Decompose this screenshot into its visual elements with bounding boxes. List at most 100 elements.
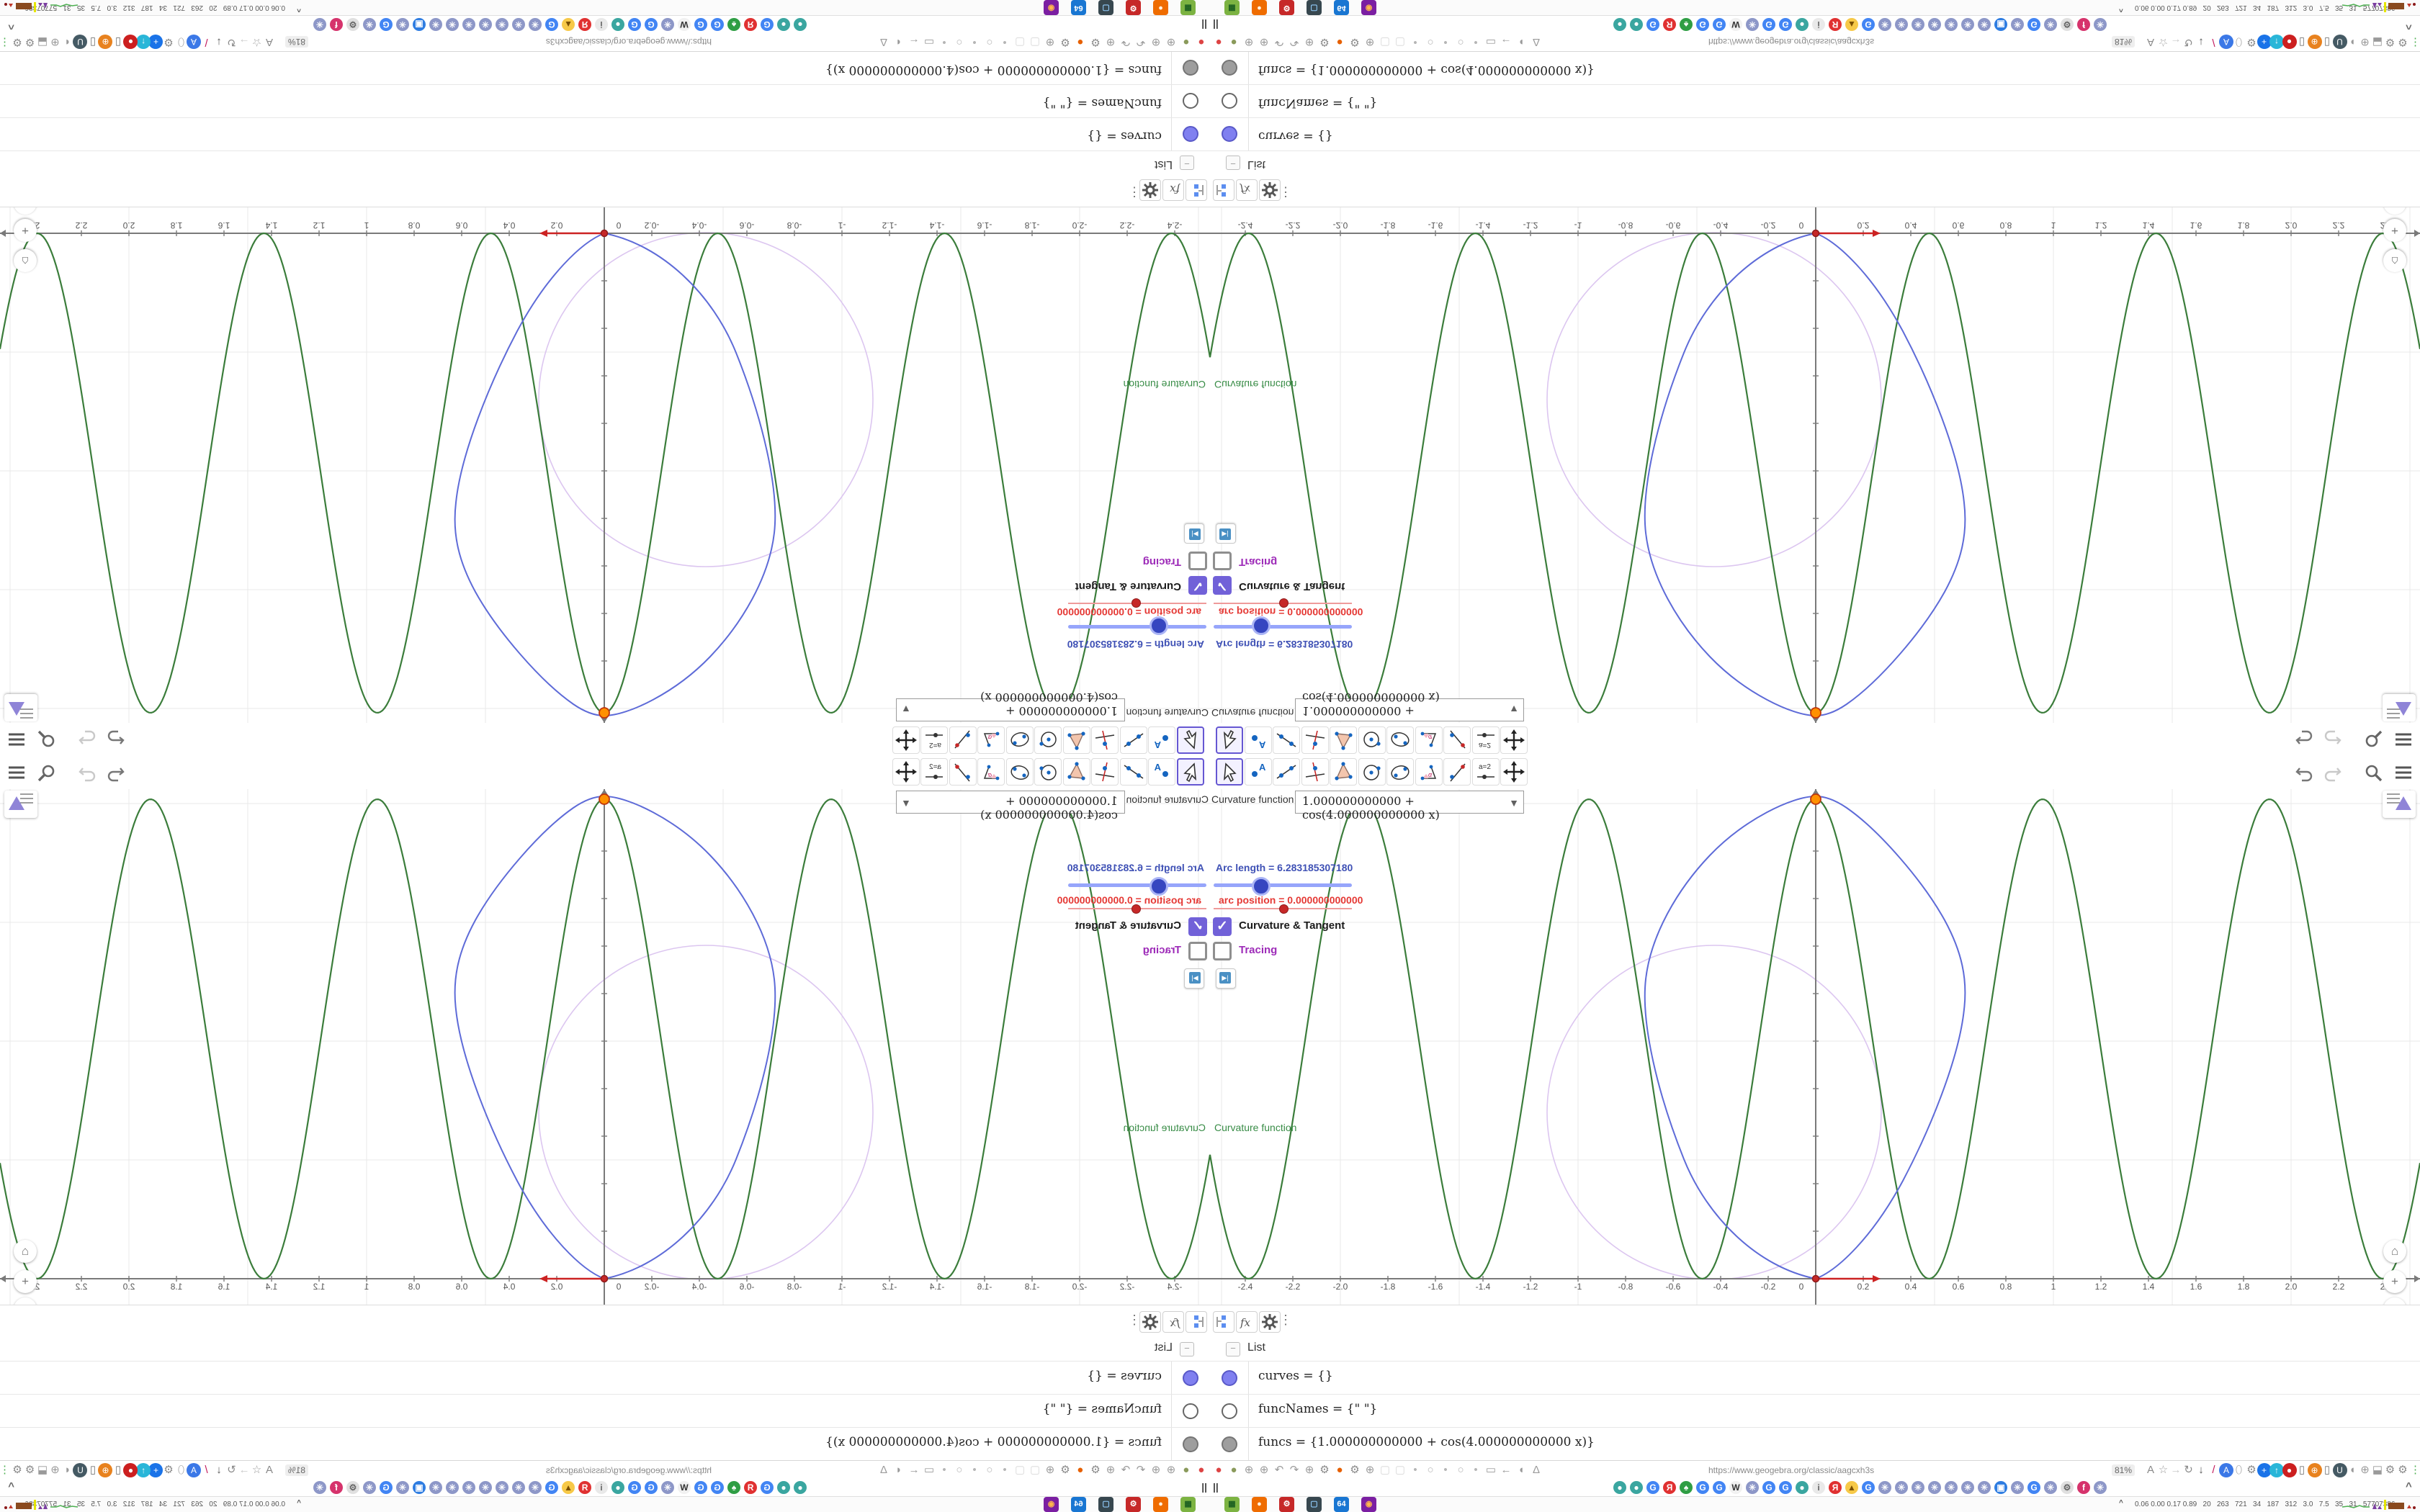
folder-icon[interactable]: ▭ bbox=[922, 1463, 936, 1477]
wrench-icon[interactable]: ⚙ bbox=[1088, 35, 1103, 49]
wikipedia-favicon[interactable]: W bbox=[1729, 1481, 1742, 1494]
translate-icon[interactable]: A bbox=[262, 1463, 277, 1477]
square-icon[interactable]: ▢ bbox=[1028, 1463, 1042, 1477]
dot-teal-favicon[interactable]: ● bbox=[611, 1481, 624, 1494]
wrench-icon[interactable]: ⚙ bbox=[23, 35, 37, 49]
trash-icon[interactable]: ▯ bbox=[86, 1463, 100, 1477]
angle-tool-button[interactable]: α bbox=[977, 726, 1005, 754]
url-text[interactable]: https://www.geogebra.org/classic/aagcxh3… bbox=[1708, 37, 1874, 47]
menu-icon[interactable] bbox=[2393, 729, 2416, 750]
chat-blue-favicon[interactable]: ▣ bbox=[1994, 1481, 2007, 1494]
display-app-icon[interactable]: ▢ bbox=[1098, 1497, 1113, 1512]
google-favicon[interactable]: G bbox=[1696, 1481, 1709, 1494]
graphics-view[interactable]: -2.4 -2.2 -2.0 -1.8 -1.6 -1.4 -1.2 -1 -0.8 -0.6 -0… bbox=[0, 207, 1210, 723]
undo-button[interactable] bbox=[104, 762, 127, 783]
caret-up-icon[interactable]: ^ bbox=[2406, 1480, 2412, 1493]
curvature-function-input[interactable]: 1.000000000000 + cos(4.000000000000 x) ▼ bbox=[896, 791, 1125, 822]
back-arrow-icon[interactable]: ← bbox=[1499, 1463, 1513, 1477]
yandex-favicon[interactable]: Я bbox=[578, 1481, 591, 1494]
gear-icon[interactable]: ⚙ bbox=[10, 1463, 24, 1477]
dot-teal-favicon[interactable]: ● bbox=[1796, 18, 1809, 31]
google-favicon[interactable]: G bbox=[761, 18, 774, 31]
flower-favicon[interactable]: ✳ bbox=[313, 1481, 326, 1494]
google-favicon[interactable]: G bbox=[1696, 18, 1709, 31]
owl-app-icon[interactable]: ◉ bbox=[1044, 1497, 1059, 1512]
menu-icon[interactable] bbox=[4, 729, 27, 750]
square-icon[interactable]: ▢ bbox=[1378, 35, 1392, 49]
flower-favicon[interactable]: ✳ bbox=[1746, 1481, 1759, 1494]
dot-icon[interactable]: • bbox=[967, 1463, 982, 1477]
circle-icon[interactable]: ○ bbox=[1453, 1463, 1468, 1477]
reflect-tool-button[interactable] bbox=[1443, 726, 1471, 754]
dot-icon[interactable]: • bbox=[967, 35, 982, 49]
visibility-marble[interactable] bbox=[1222, 1436, 1237, 1452]
algebra-row-curves[interactable]: curves = {} bbox=[1210, 1361, 2420, 1395]
perpendicular-line-tool-button[interactable] bbox=[1091, 726, 1119, 754]
gear-icon[interactable]: ⚙ bbox=[10, 35, 24, 49]
floppy64-app-icon[interactable]: 64 bbox=[1071, 0, 1086, 15]
curvature-function-input[interactable]: 1.000000000000 + cos(4.000000000000 x) ▼ bbox=[1295, 690, 1524, 721]
globe-icon[interactable]: ⊕ bbox=[48, 1463, 63, 1477]
gear-icon[interactable]: ⚙ bbox=[1348, 35, 1362, 49]
reflect-tool-button[interactable] bbox=[1443, 758, 1471, 786]
google-favicon[interactable]: G bbox=[1713, 1481, 1726, 1494]
firefox-app-icon[interactable]: ● bbox=[1153, 1497, 1168, 1512]
slider-tool-button[interactable]: a=2 bbox=[920, 758, 949, 786]
globe-icon[interactable]: ⊕ bbox=[1149, 35, 1163, 49]
flower-favicon[interactable]: ✳ bbox=[2094, 18, 2107, 31]
wikipedia-favicon[interactable]: W bbox=[1729, 18, 1742, 31]
avatar-icon[interactable]: ● bbox=[1227, 1463, 1241, 1477]
gear-icon[interactable] bbox=[1259, 1311, 1281, 1333]
circle-icon[interactable]: ○ bbox=[982, 35, 997, 49]
gear-fav-favicon[interactable]: ⚙ bbox=[2061, 1481, 2074, 1494]
arc-length-slider[interactable] bbox=[1214, 625, 1352, 629]
globe-icon[interactable]: ⊕ bbox=[1257, 35, 1271, 49]
fx-icon[interactable]: fx bbox=[1236, 1311, 1258, 1333]
algebra-row-funcnames[interactable]: funcNames = {" "} bbox=[0, 1394, 1210, 1428]
redo-button[interactable] bbox=[75, 729, 98, 750]
shield-icon[interactable]: ◖ bbox=[60, 35, 75, 49]
redo-arc-icon[interactable]: ↷ bbox=[1287, 1463, 1301, 1477]
move-tool-button[interactable] bbox=[1177, 726, 1204, 754]
point-tool-button[interactable]: A bbox=[1244, 726, 1272, 754]
kebab-menu-icon[interactable]: ⋮ bbox=[1128, 1313, 1141, 1328]
flower-favicon[interactable]: ✳ bbox=[446, 18, 459, 31]
flower-favicon[interactable]: ✳ bbox=[1945, 1481, 1958, 1494]
screenshot-app-icon[interactable]: ▦ bbox=[1180, 1497, 1196, 1512]
caret-up-icon[interactable]: ^ bbox=[8, 1480, 14, 1493]
search-icon[interactable] bbox=[35, 729, 58, 750]
ellipse-tool-button[interactable] bbox=[1386, 758, 1414, 786]
avatar-icon[interactable]: ● bbox=[1179, 35, 1193, 49]
globe-icon[interactable]: ⊕ bbox=[1164, 35, 1178, 49]
kebab-green-icon[interactable]: ⋮ bbox=[0, 1463, 12, 1477]
gear-fav-favicon[interactable]: ⚙ bbox=[2061, 18, 2074, 31]
algebra-row-funcnames[interactable]: funcNames = {" "} bbox=[0, 84, 1210, 118]
gear-icon[interactable]: ⚙ bbox=[161, 1463, 176, 1477]
flower-favicon[interactable]: ✳ bbox=[363, 1481, 376, 1494]
flower-favicon[interactable]: ✳ bbox=[1945, 18, 1958, 31]
google-favicon[interactable]: G bbox=[694, 1481, 707, 1494]
tree-icon[interactable] bbox=[1186, 179, 1207, 201]
lock-icon[interactable]: Δ bbox=[877, 1463, 891, 1477]
undo-button[interactable] bbox=[2293, 762, 2316, 783]
square-icon[interactable]: ▢ bbox=[1378, 1463, 1392, 1477]
dot-icon[interactable]: • bbox=[937, 35, 951, 49]
visibility-marble[interactable] bbox=[1183, 1403, 1198, 1419]
home-icon[interactable]: ⌂ bbox=[14, 249, 37, 272]
polygon-tool-button[interactable] bbox=[1063, 726, 1090, 754]
move-view-tool-button[interactable] bbox=[1500, 758, 1528, 786]
undo-arc-icon[interactable]: ↶ bbox=[1134, 1463, 1148, 1477]
folder-icon[interactable]: ▭ bbox=[922, 35, 936, 49]
flower-favicon[interactable]: ✳ bbox=[496, 18, 508, 31]
firefox-icon[interactable]: ● bbox=[1073, 35, 1088, 49]
flower-favicon[interactable]: ✳ bbox=[2011, 18, 2024, 31]
google-favicon[interactable]: G bbox=[380, 1481, 393, 1494]
chevron-down-icon[interactable]: ▼ bbox=[1509, 703, 1519, 715]
polygon-tool-button[interactable] bbox=[1330, 758, 1357, 786]
flower-favicon[interactable]: ✳ bbox=[396, 1481, 409, 1494]
flower-favicon[interactable]: ✳ bbox=[2044, 1481, 2057, 1494]
arc-length-slider-thumb[interactable] bbox=[1150, 877, 1168, 896]
globe-icon[interactable]: ⊕ bbox=[1103, 1463, 1118, 1477]
chat-blue-favicon[interactable]: ▣ bbox=[413, 18, 426, 31]
wrench-icon[interactable]: ⚙ bbox=[23, 1463, 37, 1477]
